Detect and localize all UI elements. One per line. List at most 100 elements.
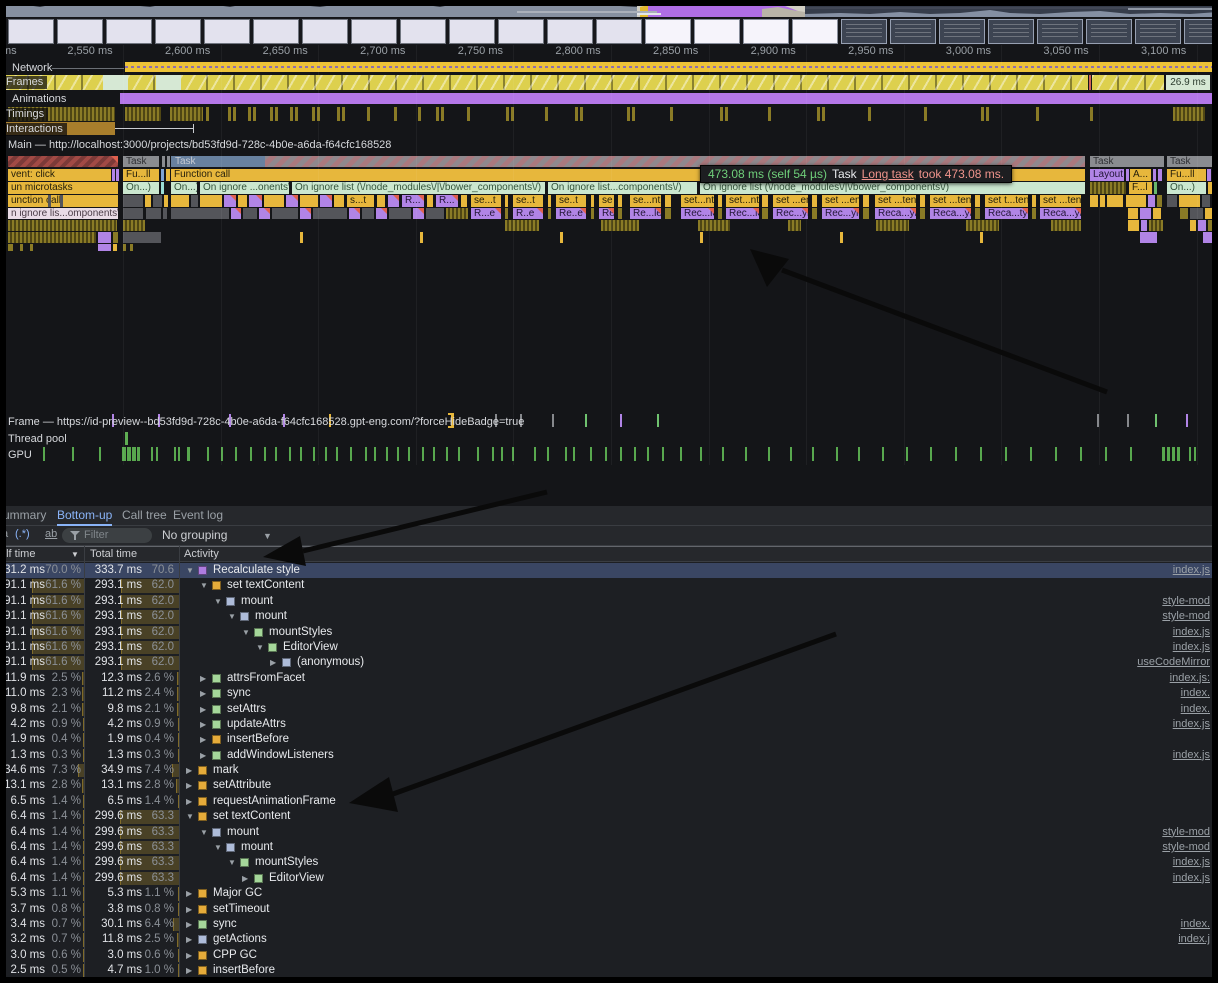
- gpu-event[interactable]: [207, 447, 209, 461]
- regex-icon[interactable]: (.*): [15, 528, 30, 540]
- disclosure-right-icon[interactable]: ▶: [186, 794, 192, 809]
- gpu-event[interactable]: [768, 447, 770, 461]
- disclosure-down-icon[interactable]: ▼: [186, 563, 194, 578]
- gpu-event[interactable]: [151, 447, 153, 461]
- table-row[interactable]: 3.7 ms0.8 %3.8 ms0.8 %▶setTimeout: [0, 902, 1218, 917]
- gpu-event[interactable]: [1167, 447, 1170, 461]
- gpu-event[interactable]: [187, 447, 190, 461]
- column-divider[interactable]: [84, 546, 85, 983]
- gpu-event[interactable]: [906, 447, 908, 461]
- gpu-event[interactable]: [501, 447, 503, 461]
- gpu-event[interactable]: [647, 447, 649, 461]
- gpu-event[interactable]: [408, 447, 410, 461]
- table-row[interactable]: 13.1 ms2.8 %13.1 ms2.8 %▶setAttribute: [0, 778, 1218, 793]
- gpu-event[interactable]: [1172, 447, 1175, 461]
- source-link[interactable]: index.js: [1173, 871, 1210, 886]
- gpu-event[interactable]: [477, 447, 479, 461]
- gpu-event[interactable]: [132, 447, 136, 461]
- frames-track-label[interactable]: Frames: [2, 76, 47, 89]
- table-row[interactable]: 6.4 ms1.4 %299.6 ms63.3 %▼mountstyle-mod: [0, 840, 1218, 855]
- gpu-event[interactable]: [1105, 447, 1107, 461]
- disclosure-down-icon[interactable]: ▼: [200, 578, 208, 593]
- disclosure-right-icon[interactable]: ▶: [200, 732, 206, 747]
- disclosure-right-icon[interactable]: ▶: [186, 948, 192, 963]
- sort-arrow-icon[interactable]: ▼: [71, 550, 79, 559]
- animations-track-label[interactable]: Animations: [8, 93, 70, 106]
- table-row[interactable]: 1.9 ms0.4 %1.9 ms0.4 %▶insertBefore: [0, 732, 1218, 747]
- disclosure-right-icon[interactable]: ▶: [200, 717, 206, 732]
- gpu-event[interactable]: [458, 447, 460, 461]
- gpu-event[interactable]: [722, 447, 724, 461]
- tab-bottom-up[interactable]: Bottom-up: [57, 506, 112, 525]
- gpu-event[interactable]: [745, 447, 747, 461]
- table-row[interactable]: 6.4 ms1.4 %299.6 ms63.3 %▼mountStylesind…: [0, 855, 1218, 870]
- grouping-select[interactable]: No grouping: [162, 528, 227, 542]
- table-row[interactable]: 4.2 ms0.9 %4.2 ms0.9 %▶updateAttrsindex.…: [0, 717, 1218, 732]
- gpu-event[interactable]: [930, 447, 932, 461]
- tooltip-long-task-link[interactable]: Long task: [862, 167, 914, 181]
- disclosure-down-icon[interactable]: ▼: [214, 594, 222, 609]
- gpu-event[interactable]: [1080, 447, 1082, 461]
- gpu-event[interactable]: [156, 447, 158, 461]
- disclosure-right-icon[interactable]: ▶: [186, 886, 192, 901]
- gpu-event[interactable]: [680, 447, 682, 461]
- gpu-event[interactable]: [565, 447, 567, 461]
- table-row[interactable]: 331.2 ms70.0 %333.7 ms70.6 %▼Recalculate…: [0, 563, 1218, 578]
- disclosure-right-icon[interactable]: ▶: [270, 655, 276, 670]
- source-link[interactable]: useCodeMirror: [1137, 655, 1210, 670]
- gpu-event[interactable]: [300, 447, 302, 461]
- gpu-event[interactable]: [174, 447, 176, 461]
- gpu-event[interactable]: [1162, 447, 1165, 461]
- gpu-event[interactable]: [605, 447, 607, 461]
- disclosure-right-icon[interactable]: ▶: [186, 778, 192, 793]
- gpu-event[interactable]: [590, 447, 592, 461]
- source-link[interactable]: index.j: [1178, 932, 1210, 947]
- disclosure-right-icon[interactable]: ▶: [186, 902, 192, 917]
- table-row[interactable]: 9.8 ms2.1 %9.8 ms2.1 %▶setAttrsindex.: [0, 702, 1218, 717]
- gpu-event[interactable]: [137, 447, 140, 461]
- disclosure-down-icon[interactable]: ▼: [242, 625, 250, 640]
- disclosure-right-icon[interactable]: ▶: [186, 917, 192, 932]
- column-total-time[interactable]: Total time: [90, 548, 137, 560]
- frame-track-event[interactable]: [1127, 414, 1129, 427]
- gpu-event[interactable]: [858, 447, 860, 461]
- table-row[interactable]: 6.5 ms1.4 %6.5 ms1.4 %▶requestAnimationF…: [0, 794, 1218, 809]
- tab-event-log[interactable]: Event log: [173, 506, 223, 525]
- frame-track-event[interactable]: [1186, 414, 1188, 427]
- gpu-event[interactable]: [336, 447, 338, 461]
- disclosure-right-icon[interactable]: ▶: [242, 871, 248, 886]
- table-row[interactable]: 291.1 ms61.6 %293.1 ms62.0 %▼mountStyles…: [0, 625, 1218, 640]
- tab-call-tree[interactable]: Call tree: [122, 506, 167, 525]
- frame-track-event[interactable]: [620, 414, 622, 427]
- gpu-event[interactable]: [620, 447, 622, 461]
- table-row[interactable]: 1.3 ms0.3 %1.3 ms0.3 %▶addWindowListener…: [0, 748, 1218, 763]
- gpu-label[interactable]: GPU: [8, 449, 32, 462]
- gpu-event[interactable]: [547, 447, 549, 461]
- disclosure-right-icon[interactable]: ▶: [186, 932, 192, 947]
- frame-track-event[interactable]: [552, 414, 554, 427]
- table-row[interactable]: 291.1 ms61.6 %293.1 ms62.0 %▶(anonymous)…: [0, 655, 1218, 670]
- source-link[interactable]: index.js: [1173, 748, 1210, 763]
- gpu-event[interactable]: [662, 447, 664, 461]
- table-row[interactable]: 5.3 ms1.1 %5.3 ms1.1 %▶Major GC: [0, 886, 1218, 901]
- table-row[interactable]: 3.0 ms0.6 %3.0 ms0.6 %▶CPP GC: [0, 948, 1218, 963]
- gpu-event[interactable]: [386, 447, 388, 461]
- gpu-event[interactable]: [313, 447, 315, 461]
- table-row[interactable]: 6.4 ms1.4 %299.6 ms63.3 %▶EditorViewinde…: [0, 871, 1218, 886]
- gpu-event[interactable]: [836, 447, 838, 461]
- gpu-event[interactable]: [790, 447, 792, 461]
- disclosure-right-icon[interactable]: ▶: [200, 686, 206, 701]
- source-link[interactable]: style-mod: [1162, 840, 1210, 855]
- gpu-event[interactable]: [235, 447, 237, 461]
- frame-track-event[interactable]: [657, 414, 659, 427]
- tab-ummary[interactable]: ummary: [3, 506, 46, 525]
- disclosure-right-icon[interactable]: ▶: [200, 702, 206, 717]
- disclosure-down-icon[interactable]: ▼: [256, 640, 264, 655]
- source-link[interactable]: index.js: [1173, 717, 1210, 732]
- gpu-event[interactable]: [1189, 447, 1191, 461]
- gpu-event[interactable]: [534, 447, 536, 461]
- disclosure-right-icon[interactable]: ▶: [200, 671, 206, 686]
- gpu-event[interactable]: [374, 447, 376, 461]
- frame-track-title[interactable]: Frame — https://id-preview--bd53fd9d-728…: [8, 416, 524, 429]
- gpu-event[interactable]: [127, 447, 131, 461]
